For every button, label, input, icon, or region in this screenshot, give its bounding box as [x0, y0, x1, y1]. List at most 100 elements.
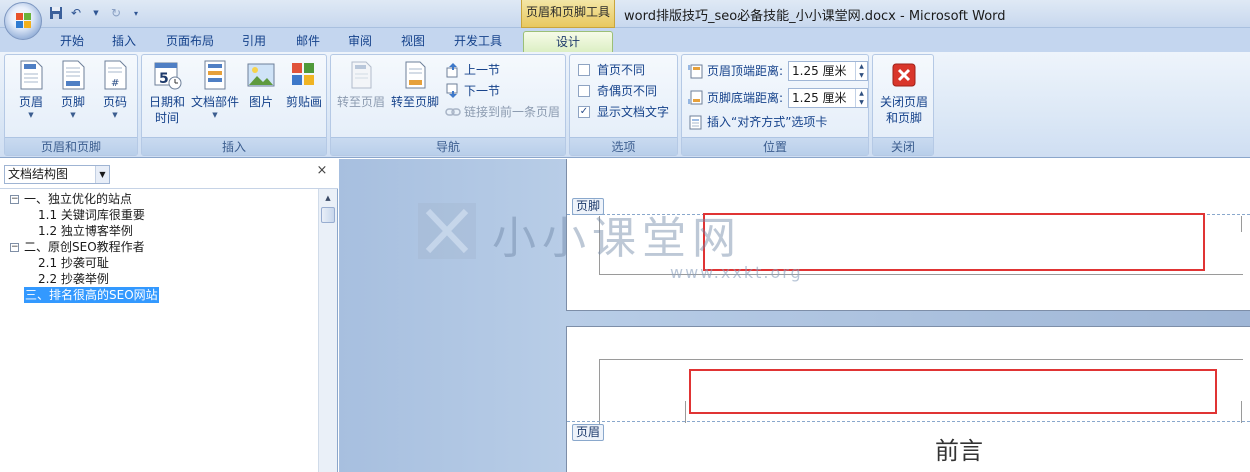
goto-footer-button[interactable]: 转至页脚 — [389, 59, 441, 110]
group-header-footer: 页眉 ▼ 页脚 ▼ # 页码 ▼ 页眉和页脚 — [4, 54, 138, 156]
collapse-icon[interactable]: − — [10, 195, 19, 204]
document-map-pane: 文档结构图 ▼ × − 一、独立优化的站点 1.1 关键词库很重要 1.2 独立… — [0, 159, 338, 472]
close-label-1: 关闭页眉 — [879, 95, 928, 109]
tree-node-heading-2-1[interactable]: 2.1 抄袭可耻 — [38, 255, 109, 271]
office-logo-icon — [16, 13, 32, 29]
watermark-text: 小小课堂网 — [492, 213, 742, 264]
footer-distance-spinner[interactable]: 1.25 厘米 ▲ ▼ — [788, 88, 868, 108]
tree-node-heading-1-1[interactable]: 1.1 关键词库很重要 — [38, 207, 145, 223]
chevron-down-icon: ▼ — [28, 111, 34, 119]
svg-text:#: # — [111, 78, 119, 89]
quick-parts-label: 文档部件 — [190, 95, 239, 109]
different-first-page-label: 首页不同 — [597, 63, 646, 77]
group-label-position: 位置 — [682, 137, 868, 155]
insert-alignment-tab-button[interactable]: 插入“对齐方式”选项卡 — [688, 113, 827, 131]
svg-text:5: 5 — [159, 71, 169, 87]
office-button[interactable] — [4, 2, 42, 40]
header-from-top-label-row: 页眉顶端距离: — [688, 62, 783, 80]
next-section-label: 下一节 — [464, 84, 501, 98]
picture-button[interactable]: 图片 — [242, 59, 280, 110]
header-label: 页眉 — [18, 95, 43, 109]
clipart-label: 剪贴画 — [285, 95, 322, 109]
close-header-footer-button[interactable]: 关闭页眉 和页脚 — [875, 59, 933, 126]
footer-from-bottom-label-row: 页脚底端距离: — [688, 89, 783, 107]
tab-references[interactable]: 引用 — [234, 31, 274, 52]
chevron-down-icon: ▼ — [112, 111, 118, 119]
tree-node-heading-2-2[interactable]: 2.2 抄袭举例 — [38, 271, 109, 287]
window-title: word排版技巧_seo必备技能_小小课堂网.docx - Microsoft … — [624, 9, 1006, 24]
close-icon[interactable]: × — [314, 163, 330, 179]
quick-parts-button[interactable]: 文档部件 ▼ — [190, 59, 240, 120]
different-first-page-checkbox[interactable]: 首页不同 — [578, 61, 645, 79]
undo-icon[interactable]: ↶ — [68, 5, 84, 21]
document-map-view-select[interactable]: 文档结构图 ▼ — [4, 165, 110, 184]
show-document-text-checkbox[interactable]: ✓ 显示文档文字 — [578, 103, 669, 121]
margin-corner-mark — [599, 359, 600, 425]
tab-view[interactable]: 视图 — [393, 31, 433, 52]
header-boundary-line — [567, 421, 1250, 422]
tab-design[interactable]: 设计 — [523, 31, 613, 52]
document-map-scrollbar[interactable]: ▲ — [318, 189, 337, 472]
document-map-header: 文档结构图 ▼ × — [0, 159, 338, 189]
link-to-previous-button[interactable]: 链接到前一条页眉 — [445, 103, 560, 121]
scroll-thumb[interactable] — [321, 207, 335, 223]
footer-button[interactable]: 页脚 ▼ — [53, 59, 93, 120]
customize-qat-icon[interactable]: ▾ — [128, 5, 144, 21]
redo-icon[interactable]: ↻ — [108, 5, 124, 21]
margin-corner-mark — [1241, 216, 1242, 232]
picture-icon — [246, 59, 276, 91]
tree-node-heading-3[interactable]: 三、排名很高的SEO网站 — [24, 287, 159, 303]
link-to-previous-label: 链接到前一条页眉 — [464, 105, 561, 119]
header-button[interactable]: 页眉 ▼ — [11, 59, 51, 120]
page-number-icon: # — [100, 59, 130, 91]
picture-label: 图片 — [248, 95, 273, 109]
tree-node-heading-1[interactable]: 一、独立优化的站点 — [24, 191, 132, 207]
spinner-arrows-icon[interactable]: ▲ ▼ — [855, 62, 867, 80]
chevron-down-icon: ▼ — [212, 111, 218, 119]
page-number-button[interactable]: # 页码 ▼ — [95, 59, 135, 120]
check-icon[interactable]: ✓ — [578, 106, 590, 118]
collapse-icon[interactable]: − — [10, 243, 19, 252]
preface-heading: 前言 — [935, 437, 983, 465]
tab-insert[interactable]: 插入 — [104, 31, 144, 52]
tab-mailings[interactable]: 邮件 — [288, 31, 328, 52]
footer-icon — [58, 59, 88, 91]
group-label-navigation: 导航 — [331, 137, 565, 155]
tab-review[interactable]: 审阅 — [340, 31, 380, 52]
goto-header-icon — [346, 59, 376, 91]
title-bar: ↶ ▼ ↻ ▾ 页眉和页脚工具 word排版技巧_seo必备技能_小小课堂网.d… — [0, 0, 1250, 28]
tree-node-heading-1-2[interactable]: 1.2 独立博客举例 — [38, 223, 133, 239]
checkbox-unchecked[interactable] — [578, 85, 590, 97]
footer-distance-value[interactable]: 1.25 厘米 — [792, 91, 847, 105]
different-odd-even-checkbox[interactable]: 奇偶页不同 — [578, 82, 657, 100]
page-number-label: 页码 — [102, 95, 127, 109]
group-close: 关闭页眉 和页脚 关闭 — [872, 54, 934, 156]
scroll-up-icon[interactable]: ▲ — [320, 190, 336, 206]
margin-corner-mark — [1241, 401, 1242, 423]
document-map-view-value: 文档结构图 — [8, 167, 69, 181]
checkbox-unchecked[interactable] — [578, 64, 590, 76]
chevron-down-icon: ▼ — [70, 111, 76, 119]
date-time-button[interactable]: 5 日期和 时间 — [146, 59, 188, 126]
undo-dropdown-icon[interactable]: ▼ — [88, 5, 104, 21]
goto-header-button[interactable]: 转至页眉 — [335, 59, 387, 110]
next-section-button[interactable]: 下一节 — [445, 82, 500, 100]
margin-line — [599, 359, 1243, 360]
quick-parts-icon — [200, 59, 230, 91]
save-icon[interactable] — [48, 5, 64, 21]
tree-node-heading-2[interactable]: 二、原创SEO教程作者 — [24, 239, 145, 255]
tab-home[interactable]: 开始 — [52, 31, 92, 52]
chevron-down-icon[interactable]: ▼ — [95, 166, 109, 183]
header-distance-value[interactable]: 1.25 厘米 — [792, 64, 847, 78]
group-label-insert: 插入 — [142, 137, 326, 155]
header-distance-spinner[interactable]: 1.25 厘米 ▲ ▼ — [788, 61, 868, 81]
tab-page-layout[interactable]: 页面布局 — [158, 31, 222, 52]
spinner-arrows-icon[interactable]: ▲ ▼ — [855, 89, 867, 107]
close-label-2: 和页脚 — [885, 111, 922, 125]
header-icon — [16, 59, 46, 91]
goto-footer-label: 转至页脚 — [390, 95, 439, 109]
group-label-options: 选项 — [570, 137, 677, 155]
clipart-button[interactable]: 剪贴画 — [282, 59, 326, 110]
previous-section-button[interactable]: 上一节 — [445, 61, 500, 79]
tab-developer[interactable]: 开发工具 — [446, 31, 510, 52]
